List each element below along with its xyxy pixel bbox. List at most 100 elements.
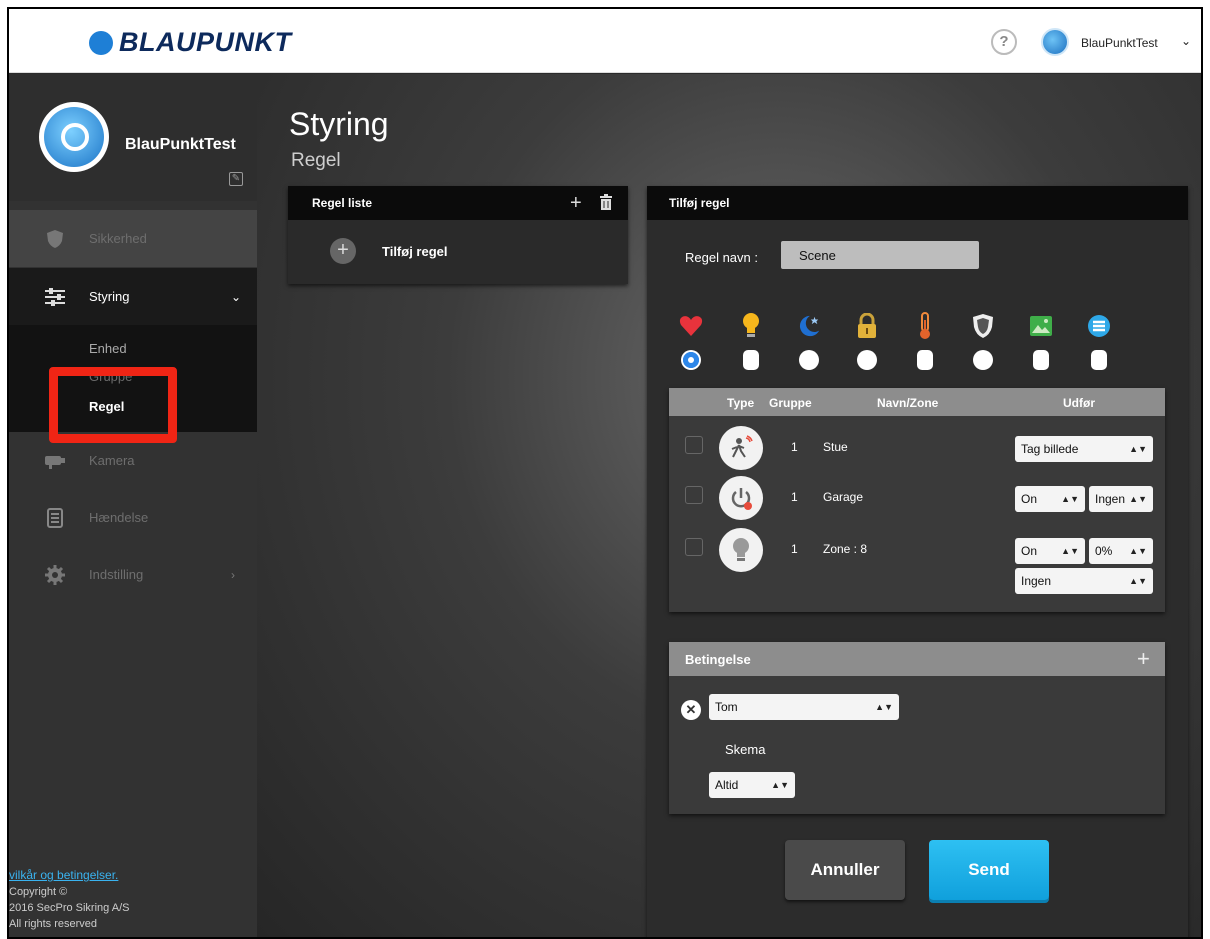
row-group: 1: [791, 440, 798, 454]
row-checkbox[interactable]: [685, 486, 703, 504]
action-select[interactable]: Tag billede ▲▼: [1015, 436, 1153, 462]
column-name: Navn/Zone: [877, 396, 939, 410]
header-username[interactable]: BlauPunktTest: [1081, 36, 1158, 50]
sidebar-item-indstilling[interactable]: Indstilling ›: [9, 546, 257, 603]
condition-select-value: Tom: [715, 700, 738, 714]
plus-icon[interactable]: +: [570, 192, 582, 215]
column-action: Udfør: [1063, 396, 1095, 410]
rule-type-radio[interactable]: [973, 350, 993, 370]
schedule-select[interactable]: Altid ▲▼: [709, 772, 795, 798]
user-menu-chevron-icon[interactable]: ⌄: [1181, 34, 1191, 48]
action-select-value: Ingen: [1021, 574, 1052, 588]
add-condition-plus-icon[interactable]: +: [1137, 646, 1150, 672]
row-checkbox[interactable]: [685, 436, 703, 454]
trash-icon[interactable]: [600, 194, 612, 210]
condition-header: Betingelse +: [669, 642, 1165, 676]
condition-select[interactable]: Tom ▲▼: [709, 694, 899, 720]
action-select[interactable]: On ▲▼: [1015, 538, 1085, 564]
sidebar-item-sikkerhed[interactable]: Sikkerhed: [9, 210, 257, 267]
select-arrows-icon: ▲▼: [1129, 576, 1147, 586]
add-rule-panel: Tilføj regel Regel navn : Scene Type Gru…: [647, 186, 1188, 937]
sidebar-item-label: Sikkerhed: [89, 231, 147, 246]
rule-type-radio[interactable]: [1033, 350, 1049, 370]
rule-type-radio[interactable]: [857, 350, 877, 370]
profile-card: BlauPunktTest ✎: [9, 74, 257, 201]
picture-icon: [1029, 312, 1053, 340]
add-rule-icon[interactable]: +: [330, 238, 356, 264]
sidebar-item-label: Indstilling: [89, 567, 144, 582]
rule-name-label: Regel navn :: [685, 250, 758, 265]
condition-title: Betingelse: [685, 652, 751, 667]
table-row: 1 Stue Tag billede ▲▼: [669, 426, 1165, 476]
shield-icon: [971, 312, 995, 340]
rule-type-selector: [671, 306, 1171, 376]
brand-logo[interactable]: BLAUPUNKT: [89, 27, 292, 58]
rule-type-option[interactable]: [963, 306, 1003, 376]
heart-icon: [679, 312, 703, 340]
logo-dot-icon: [89, 30, 113, 55]
submenu-item-enhed[interactable]: Enhed: [89, 341, 127, 356]
rule-type-option[interactable]: [731, 306, 771, 376]
select-arrows-icon: ▲▼: [771, 780, 789, 790]
rule-type-radio[interactable]: [681, 350, 701, 370]
sidebar-item-kamera[interactable]: Kamera: [9, 432, 257, 489]
motion-sensor-icon: [719, 426, 763, 470]
chevron-right-icon: ›: [231, 567, 235, 582]
chevron-down-icon: ⌄: [231, 289, 242, 304]
row-group: 1: [791, 490, 798, 504]
help-button[interactable]: ?: [991, 29, 1017, 55]
rule-type-option[interactable]: [847, 306, 887, 376]
condition-panel: Betingelse + ✕ Tom ▲▼ Skema Altid ▲▼: [669, 642, 1165, 814]
rule-type-option[interactable]: [1021, 306, 1061, 376]
row-checkbox[interactable]: [685, 538, 703, 556]
action-select-value: On: [1021, 492, 1038, 506]
profile-avatar: [39, 102, 109, 172]
sidebar-item-styring[interactable]: Styring ⌄: [9, 268, 257, 325]
select-arrows-icon: ▲▼: [1129, 546, 1147, 556]
cancel-button[interactable]: Annuller: [785, 840, 905, 900]
rule-type-option[interactable]: [789, 306, 829, 376]
rule-type-radio[interactable]: [743, 350, 759, 370]
action-select[interactable]: Ingen ▲▼: [1089, 486, 1153, 512]
bulb-icon: [739, 312, 763, 340]
lock-icon: [855, 312, 879, 340]
rule-type-option[interactable]: [1079, 306, 1119, 376]
remove-condition-close-icon[interactable]: ✕: [681, 700, 701, 720]
header-avatar[interactable]: [1041, 28, 1069, 56]
select-arrows-icon: ▲▼: [875, 702, 893, 712]
device-table-header: Type Gruppe Navn/Zone Udfør: [669, 388, 1165, 416]
table-row: 1 Garage On ▲▼ Ingen ▲▼: [669, 476, 1165, 526]
action-select[interactable]: Ingen ▲▼: [1015, 568, 1153, 594]
rule-type-radio[interactable]: [917, 350, 933, 370]
sidebar-item-haendelse[interactable]: Hændelse: [9, 489, 257, 546]
action-select-value: 0%: [1095, 544, 1113, 558]
app-window: BLAUPUNKT ? BlauPunktTest ⌄ BlauPunktTes…: [7, 7, 1203, 939]
profile-name: BlauPunktTest: [125, 136, 236, 153]
rule-type-radio[interactable]: [1091, 350, 1107, 370]
action-select[interactable]: On ▲▼: [1015, 486, 1085, 512]
top-header: BLAUPUNKT ? BlauPunktTest ⌄: [9, 9, 1201, 73]
column-group: Gruppe: [769, 396, 812, 410]
add-rule-link[interactable]: Tilføj regel: [382, 244, 448, 259]
schedule-label: Skema: [725, 742, 766, 757]
rule-type-option[interactable]: [671, 306, 711, 376]
terms-link[interactable]: vilkår og betingelser.: [9, 868, 118, 882]
list-icon: [43, 506, 67, 530]
select-arrows-icon: ▲▼: [1129, 444, 1147, 454]
gear-icon: [43, 563, 67, 587]
rule-type-radio[interactable]: [799, 350, 819, 370]
home-logo-icon: [61, 123, 89, 151]
action-select[interactable]: 0% ▲▼: [1089, 538, 1153, 564]
rule-name-input[interactable]: [781, 241, 979, 269]
action-select-value: On: [1021, 544, 1038, 558]
column-type: Type: [727, 396, 755, 410]
rule-type-option[interactable]: [905, 306, 945, 376]
copyright-text: Copyright ©: [9, 886, 68, 898]
row-name: Garage: [823, 490, 864, 504]
sliders-icon: [43, 285, 67, 309]
edit-icon[interactable]: ✎: [229, 172, 243, 186]
send-button[interactable]: Send: [929, 840, 1049, 900]
list-circle-icon: [1087, 312, 1111, 340]
add-rule-header: Tilføj regel: [647, 186, 1188, 220]
rule-list-panel: Regel liste + + Tilføj regel: [288, 186, 628, 284]
